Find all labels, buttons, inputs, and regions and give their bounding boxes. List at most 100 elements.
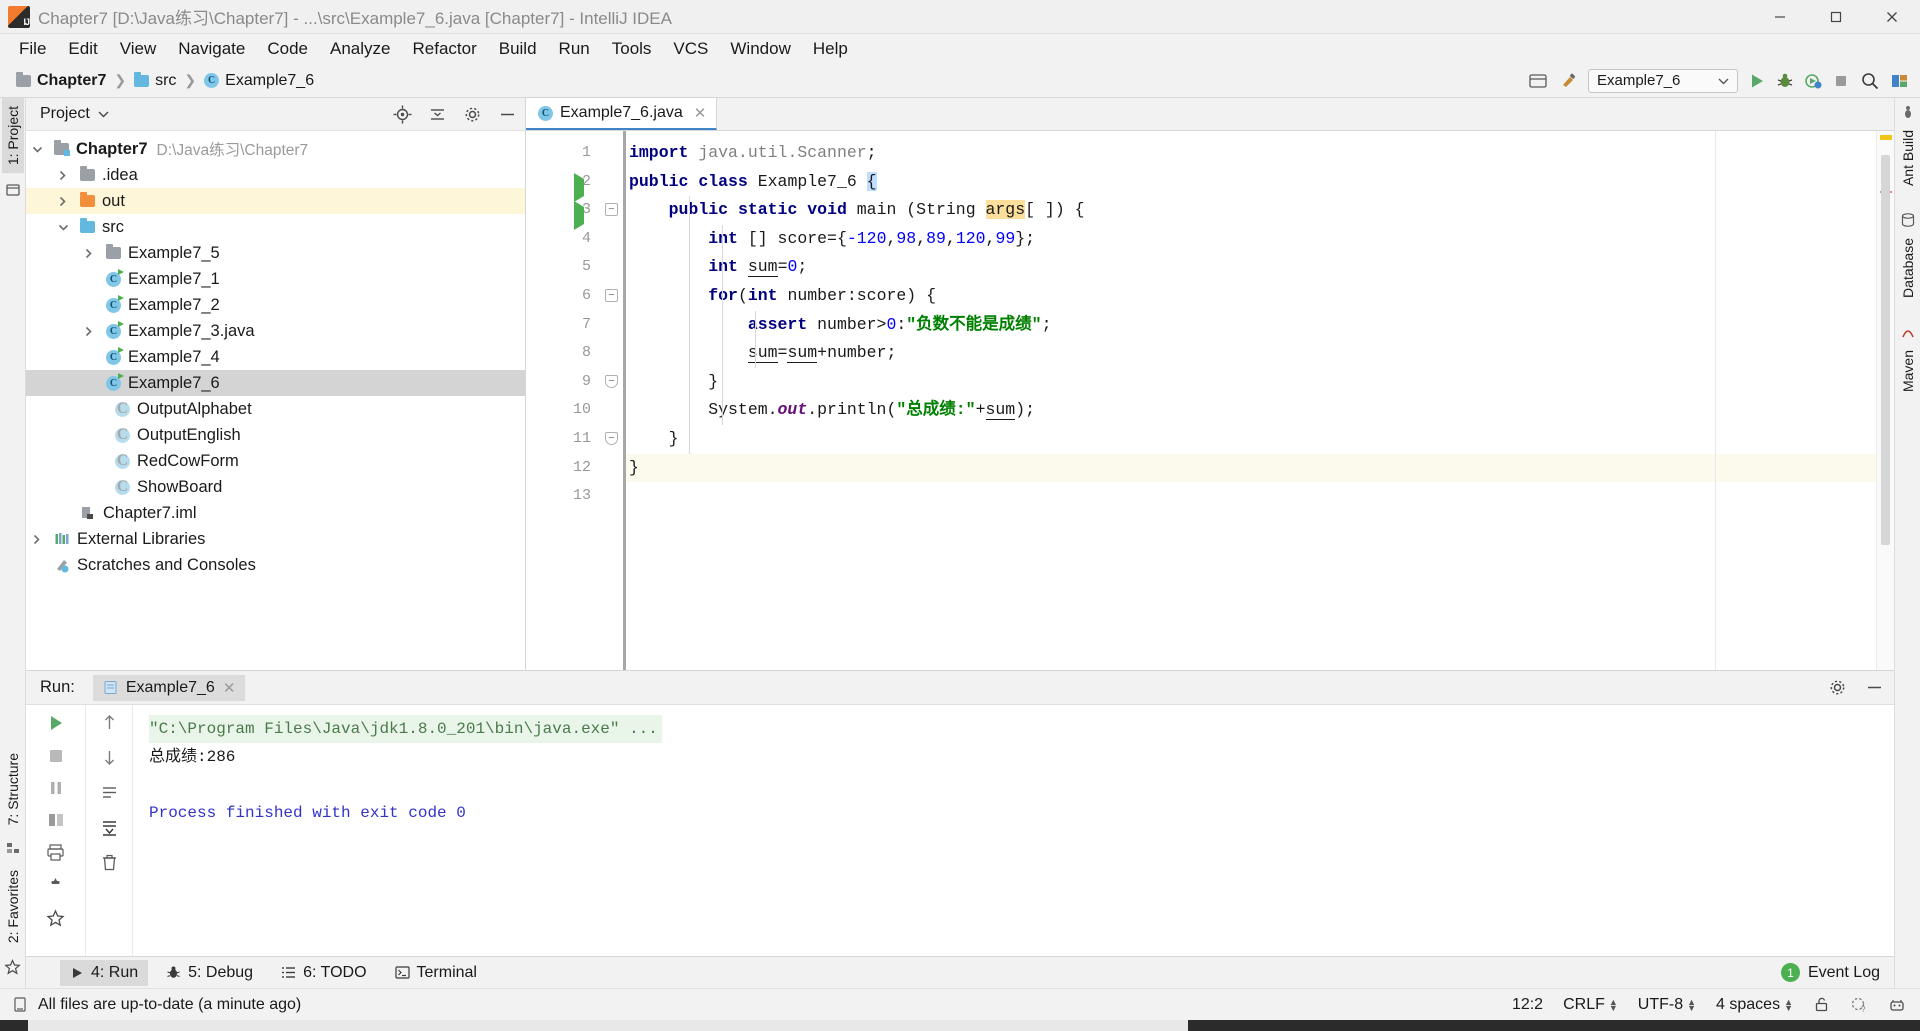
settings-gear-icon[interactable] xyxy=(463,105,482,124)
menu-refactor[interactable]: Refactor xyxy=(401,36,487,62)
menu-window[interactable]: Window xyxy=(719,36,801,62)
chevron-right-icon[interactable] xyxy=(58,196,80,207)
tree-node-src[interactable]: src xyxy=(26,214,525,240)
star-icon[interactable] xyxy=(46,909,65,928)
tree-node-outputalphabet[interactable]: C OutputAlphabet xyxy=(26,396,525,422)
code-line[interactable]: int [] score={-120,98,89,120,99}; xyxy=(623,225,1894,254)
code-line[interactable]: } xyxy=(623,453,1894,483)
pin-icon[interactable] xyxy=(46,876,65,895)
menu-file[interactable]: File xyxy=(8,36,57,62)
fold-end-icon[interactable]: − xyxy=(605,374,618,388)
chevron-down-icon[interactable] xyxy=(32,145,54,154)
run-configuration-selector[interactable]: Example7_6 xyxy=(1588,68,1738,93)
lock-icon[interactable] xyxy=(1813,996,1830,1013)
menu-analyze[interactable]: Analyze xyxy=(319,36,401,62)
editor-text[interactable]: import java.util.Scanner; public class Ex… xyxy=(623,131,1894,670)
minimize-button[interactable] xyxy=(1752,0,1808,34)
code-folding-gutter[interactable]: − − − − xyxy=(601,131,623,670)
run-with-coverage-icon[interactable] xyxy=(1804,72,1822,90)
settings-gear-icon[interactable] xyxy=(1828,678,1847,697)
stop-icon[interactable] xyxy=(47,747,65,765)
menu-view[interactable]: View xyxy=(109,36,168,62)
fold-collapse-icon[interactable]: − xyxy=(605,203,618,217)
up-icon[interactable] xyxy=(100,713,119,732)
search-icon[interactable] xyxy=(1860,71,1880,91)
code-line[interactable] xyxy=(623,482,1894,511)
menu-vcs[interactable]: VCS xyxy=(662,36,719,62)
tree-node-example7-6[interactable]: C Example7_6 xyxy=(26,370,525,396)
chevron-down-icon[interactable] xyxy=(58,223,80,232)
stop-icon[interactable] xyxy=(1832,72,1850,90)
hide-icon[interactable] xyxy=(1865,678,1884,697)
bottom-tab-todo[interactable]: 6: TODO xyxy=(271,960,376,986)
sidebar-item-structure[interactable]: 7: Structure xyxy=(2,745,24,833)
scroll-to-end-icon[interactable] xyxy=(100,818,119,837)
menu-code[interactable]: Code xyxy=(256,36,319,62)
line-separator-selector[interactable]: CRLF ▲ ▼ xyxy=(1563,996,1618,1014)
run-icon[interactable] xyxy=(1748,72,1766,90)
tree-node-example7-2[interactable]: C Example7_2 xyxy=(26,292,525,318)
sidebar-item-ant-build[interactable]: Ant Build xyxy=(1897,122,1919,194)
sidebar-item-database[interactable]: Database xyxy=(1897,230,1919,306)
run-console-output[interactable]: "C:\Program Files\Java\jdk1.8.0_201\bin\… xyxy=(133,705,1894,956)
locate-icon[interactable] xyxy=(393,105,412,124)
down-icon[interactable] xyxy=(100,748,119,767)
layout-icon[interactable] xyxy=(1890,72,1910,90)
bottom-tab-debug[interactable]: 5: Debug xyxy=(156,960,263,986)
chevron-right-icon[interactable] xyxy=(32,534,54,545)
print-icon[interactable] xyxy=(46,843,65,862)
tree-node-chapter7[interactable]: Chapter7 D:\Java练习\Chapter7 xyxy=(26,136,525,162)
select-in-icon[interactable] xyxy=(1528,72,1548,90)
fold-end-icon[interactable]: − xyxy=(605,432,618,445)
breadcrumb-item-example7_6[interactable]: C Example7_6 xyxy=(198,70,320,92)
close-button[interactable] xyxy=(1864,0,1920,34)
bottom-tab-terminal[interactable]: Terminal xyxy=(385,960,487,986)
menu-help[interactable]: Help xyxy=(802,36,859,62)
indent-selector[interactable]: 4 spaces ▲ ▼ xyxy=(1716,996,1793,1014)
tree-node-example7-1[interactable]: C Example7_1 xyxy=(26,266,525,292)
code-line[interactable]: } xyxy=(623,425,1894,454)
tree-node-example7-3-java[interactable]: C Example7_3.java xyxy=(26,318,525,344)
code-line[interactable]: sum=sum+number; xyxy=(623,339,1894,368)
tree-node-showboard[interactable]: C ShowBoard xyxy=(26,474,525,500)
commit-icon[interactable] xyxy=(4,181,22,199)
debug-icon[interactable] xyxy=(1776,72,1794,90)
menu-tools[interactable]: Tools xyxy=(601,36,663,62)
code-line[interactable]: assert number>0:"负数不能是成绩"; xyxy=(623,311,1894,340)
breadcrumb-item-chapter7[interactable]: Chapter7 xyxy=(10,70,112,92)
code-editor[interactable]: 1 2 3 4 5 6 7 8 9 10 11 12 13 − − − − import java.util.… xyxy=(526,131,1894,670)
menu-build[interactable]: Build xyxy=(488,36,548,62)
rerun-icon[interactable] xyxy=(46,713,66,733)
chevron-right-icon[interactable] xyxy=(84,326,106,337)
bottom-tab-run[interactable]: 4: Run xyxy=(60,959,149,986)
tree-node-scratches-and-consoles[interactable]: Scratches and Consoles xyxy=(26,552,525,578)
maximize-button[interactable] xyxy=(1808,0,1864,34)
hide-icon[interactable] xyxy=(498,105,517,124)
menu-edit[interactable]: Edit xyxy=(57,36,108,62)
close-icon[interactable]: ✕ xyxy=(223,679,236,697)
breadcrumb-item-src[interactable]: src xyxy=(128,70,182,92)
run-tab-example7_6[interactable]: Example7_6 ✕ xyxy=(92,674,246,701)
code-line[interactable]: public static void main (String args[ ])… xyxy=(623,196,1894,225)
collapse-all-icon[interactable] xyxy=(428,105,447,124)
sidebar-item-project[interactable]: 1: Project xyxy=(1,98,24,174)
pause-icon[interactable] xyxy=(47,779,65,797)
code-line[interactable]: import java.util.Scanner; xyxy=(623,139,1894,168)
tree-node-outputenglish[interactable]: C OutputEnglish xyxy=(26,422,525,448)
tree-node-redcowform[interactable]: C RedCowForm xyxy=(26,448,525,474)
code-line[interactable]: System.out.println("总成绩:"+sum); xyxy=(623,396,1894,425)
code-line[interactable]: } xyxy=(623,368,1894,397)
sidebar-item-maven[interactable]: Maven xyxy=(1897,342,1919,400)
view-layout-icon[interactable] xyxy=(47,811,65,829)
code-line[interactable]: int sum=0; xyxy=(623,253,1894,282)
tree-node-idea[interactable]: .idea xyxy=(26,162,525,188)
code-line[interactable]: for(int number:score) { xyxy=(623,282,1894,311)
code-line[interactable]: public class Example7_6 { xyxy=(623,168,1894,197)
ide-settings-icon[interactable] xyxy=(1888,996,1906,1014)
encoding-selector[interactable]: UTF-8 ▲ ▼ xyxy=(1638,996,1696,1014)
tree-node-example7-4[interactable]: C Example7_4 xyxy=(26,344,525,370)
trash-icon[interactable] xyxy=(100,853,119,872)
scroll-thumb[interactable] xyxy=(1881,155,1890,545)
tree-node-external-libraries[interactable]: External Libraries xyxy=(26,526,525,552)
event-log-label[interactable]: Event Log xyxy=(1808,964,1880,982)
